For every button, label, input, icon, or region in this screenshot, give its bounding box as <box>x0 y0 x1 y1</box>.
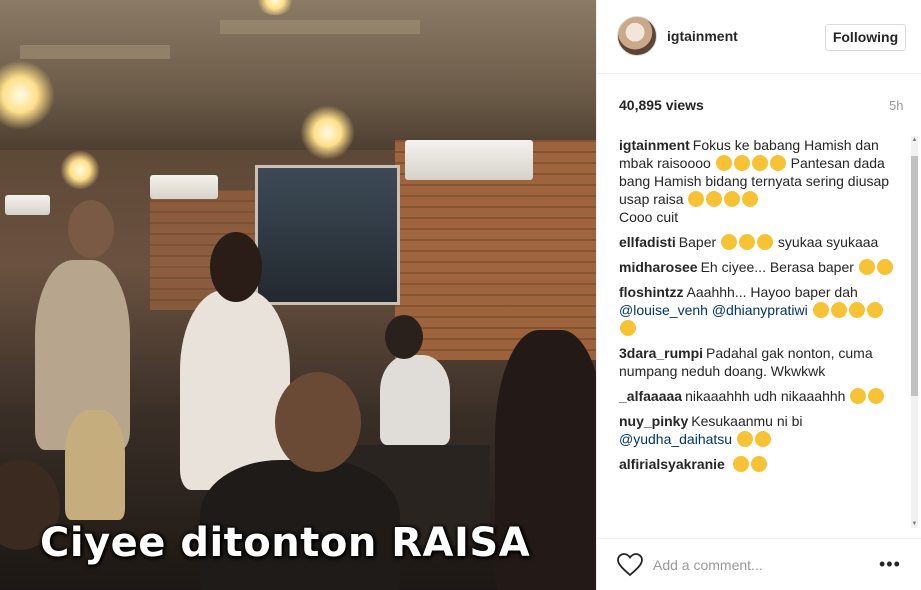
joy-emoji-icon <box>848 302 865 318</box>
person-head <box>275 372 361 472</box>
comment-item: nuy_pinky Kesukaanmu ni bi @yudha_daihats… <box>619 412 901 448</box>
grin-emoji-icon <box>715 155 732 171</box>
comment-mention-link[interactable]: @louise_venh <box>619 302 708 318</box>
person-head <box>210 232 262 302</box>
comment-username[interactable]: _alfaaaaa <box>619 388 682 404</box>
heart-emoji-icon <box>868 388 885 404</box>
comment-text: Baper <box>678 234 721 250</box>
comment-item: ellfadisti Baper syukaa syukaaa <box>619 233 901 251</box>
post-timestamp[interactable]: 5h <box>889 98 903 113</box>
video-caption: Ciyee ditonton RAISA <box>40 520 531 566</box>
joy-emoji-icon <box>858 259 875 275</box>
comment-item: igtainment Fokus ke babang Hamish dan mba… <box>619 136 901 226</box>
scrollbar-thumb[interactable] <box>911 156 918 396</box>
comment-username[interactable]: alfirialsyakranie <box>619 456 725 472</box>
heart-emoji-icon <box>739 234 756 250</box>
joy-emoji-icon <box>706 191 723 207</box>
scroll-down-arrow-icon[interactable]: ▼ <box>911 520 918 528</box>
video-player[interactable]: Ciyee ditonton RAISA <box>0 0 596 590</box>
comment-text <box>732 431 736 447</box>
comment-text: nikaaahhh udh nikaaahhh <box>685 388 850 404</box>
comment-username[interactable]: 3dara_rumpi <box>619 345 703 361</box>
comment-text: Kesukaanmu ni bi <box>691 413 803 429</box>
comment-item: _alfaaaaa nikaaahhh udh nikaaahhh <box>619 387 901 405</box>
comment-item: midharosee Eh ciyee... Berasa baper <box>619 258 901 276</box>
post-details-panel: igtainment Following 40,895 views 5h igt… <box>596 0 921 590</box>
comment-username[interactable]: igtainment <box>619 137 690 153</box>
comments-list: igtainment Fokus ke babang Hamish dan mba… <box>619 136 901 528</box>
shopping-bag <box>65 410 125 520</box>
ceiling-light <box>60 150 100 190</box>
comment-text <box>808 302 812 318</box>
ceiling-light <box>300 105 355 160</box>
air-conditioner <box>5 195 50 215</box>
comment-username[interactable]: floshintzz <box>619 284 684 300</box>
window <box>255 165 400 305</box>
grin-emoji-icon <box>751 155 768 171</box>
air-conditioner <box>150 175 218 199</box>
comments-scrollbar[interactable]: ▲ ▼ <box>911 136 918 528</box>
joy-emoji-icon <box>830 302 847 318</box>
sweat-emoji-icon <box>620 320 636 336</box>
joy-emoji-icon <box>688 191 705 207</box>
scroll-up-arrow-icon[interactable]: ▲ <box>911 136 918 144</box>
add-comment-input[interactable] <box>653 555 863 575</box>
person-seated <box>380 355 450 445</box>
comment-text: syukaa syukaaa <box>774 234 879 250</box>
ceiling-beam <box>20 45 170 59</box>
comment-text: Eh ciyee... Berasa baper <box>700 259 858 275</box>
sweat-emoji-icon <box>769 155 786 171</box>
person-head <box>68 200 114 258</box>
comment-username[interactable]: ellfadisti <box>619 234 676 250</box>
comment-text: Aaahhh... Hayoo baper dah <box>686 284 858 300</box>
ceiling-beam <box>220 20 420 34</box>
comment-username[interactable]: midharosee <box>619 259 698 275</box>
comment-mention-link[interactable]: @dhianypratiwi <box>712 302 808 318</box>
heart-outline-icon[interactable] <box>617 553 643 577</box>
more-options-icon[interactable]: ••• <box>879 554 901 575</box>
post-author-username[interactable]: igtainment <box>667 28 738 44</box>
comment-username[interactable]: nuy_pinky <box>619 413 688 429</box>
view-count: 40,895 views <box>619 97 704 113</box>
grin-emoji-icon <box>754 431 771 447</box>
joy-emoji-icon <box>732 456 749 472</box>
heart-emoji-icon <box>757 234 774 250</box>
comment-text: Cooo cuit <box>619 209 679 225</box>
heart-emoji-icon <box>850 388 867 404</box>
sweat-emoji-icon <box>866 302 883 318</box>
air-conditioner <box>405 140 533 180</box>
person-head <box>385 315 423 359</box>
joy-emoji-icon <box>724 191 741 207</box>
following-button[interactable]: Following <box>825 24 906 51</box>
joy-emoji-icon <box>750 456 767 472</box>
grin-emoji-icon <box>736 431 753 447</box>
comment-mention-link[interactable]: @yudha_daihatsu <box>619 431 732 447</box>
joy-emoji-icon <box>812 302 829 318</box>
heart-emoji-icon <box>721 234 738 250</box>
comment-item: alfirialsyakranie <box>619 455 901 473</box>
post-header: igtainment Following <box>597 0 921 74</box>
avatar[interactable] <box>617 16 657 56</box>
joy-emoji-icon <box>876 259 893 275</box>
comment-item: 3dara_rumpi Padahal gak nonton, cuma nump… <box>619 344 901 380</box>
joy-emoji-icon <box>742 191 759 207</box>
comment-item: floshintzz Aaahhh... Hayoo baper dah @lou… <box>619 283 901 337</box>
comment-footer: ••• <box>597 538 921 590</box>
sweat-emoji-icon <box>733 155 750 171</box>
comment-text <box>728 456 732 472</box>
